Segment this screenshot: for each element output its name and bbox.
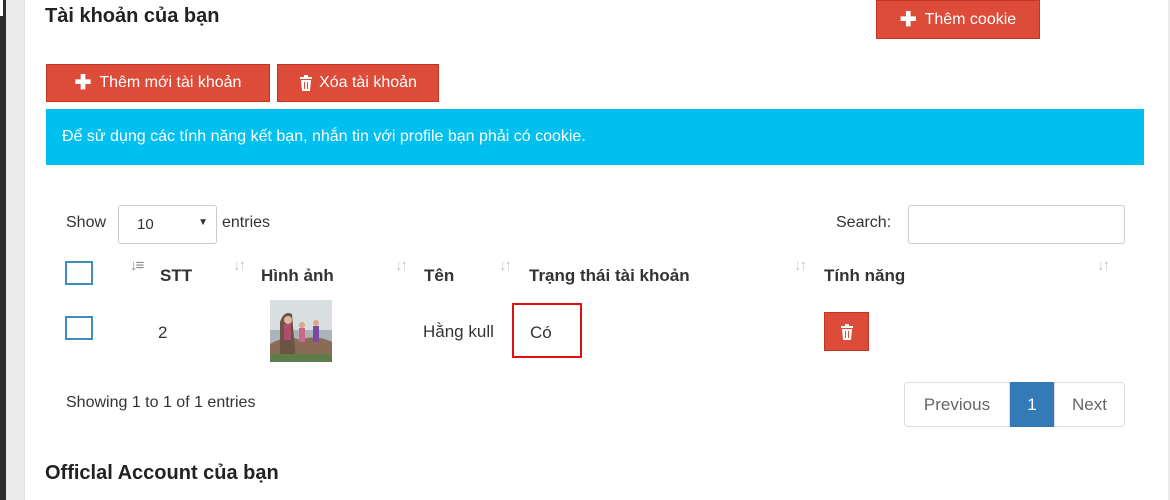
delete-account-label: Xóa tài khoản	[319, 74, 417, 91]
section-title: Tài khoản của bạn	[45, 5, 220, 27]
trash-icon	[300, 75, 313, 91]
plus-icon: ✚	[74, 72, 92, 94]
sort-icon[interactable]: ↓↑	[233, 257, 246, 274]
column-header-features[interactable]: Tính năng	[824, 266, 905, 286]
trash-icon	[840, 323, 853, 340]
accounts-panel: Tài khoản của bạn ✚ Thêm mới tài khoản X…	[24, 0, 1168, 500]
edge-marker	[0, 0, 3, 16]
column-header-status[interactable]: Trạng thái tài khoản	[529, 266, 690, 286]
add-cookie-label: Thêm cookie	[924, 10, 1017, 28]
next-page-button[interactable]: Next	[1054, 382, 1125, 427]
column-header-image[interactable]: Hình ảnh	[261, 266, 334, 286]
alert-text: Để sử dụng các tính năng kết bạn, nhắn t…	[62, 128, 586, 145]
sort-icon[interactable]: ↓↑	[794, 257, 807, 274]
column-header-stt[interactable]: STT	[160, 266, 192, 286]
sort-desc-icon[interactable]: ↓≡	[130, 257, 144, 274]
page-size-value: 10	[137, 216, 154, 233]
sort-icon[interactable]: ↓↑	[1097, 257, 1110, 274]
search-input[interactable]	[908, 205, 1125, 244]
sort-icon[interactable]: ↓↑	[395, 257, 408, 274]
profile-image	[270, 300, 332, 362]
row-status: Có	[530, 323, 552, 342]
next-label: Next	[1072, 394, 1107, 414]
add-cookie-button[interactable]: ✚ Thêm cookie	[876, 0, 1040, 39]
chevron-down-icon: ▼	[198, 217, 208, 228]
plus-icon: ✚	[899, 8, 917, 31]
previous-label: Previous	[923, 394, 991, 414]
window-left-edge	[0, 0, 6, 500]
page-1-button[interactable]: 1	[1010, 382, 1054, 427]
column-header-name[interactable]: Tên	[424, 266, 454, 286]
pagination-info: Showing 1 to 1 of 1 entries	[66, 394, 256, 411]
row-name: Hằng kull	[423, 322, 494, 341]
delete-account-button[interactable]: Xóa tài khoản	[277, 64, 439, 102]
previous-page-button[interactable]: Previous	[904, 382, 1010, 427]
cookie-info-alert: Để sử dụng các tính năng kết bạn, nhắn t…	[46, 109, 1144, 165]
add-account-button[interactable]: ✚ Thêm mới tài khoản	[46, 64, 270, 102]
official-account-title: Officlal Account của bạn	[45, 462, 279, 484]
entries-label: entries	[222, 214, 271, 231]
show-label: Show	[66, 214, 107, 231]
add-account-label: Thêm mới tài khoản	[99, 74, 242, 91]
current-page-label: 1	[1027, 394, 1037, 414]
row-delete-button[interactable]	[824, 312, 869, 351]
row-stt: 2	[158, 323, 168, 342]
select-all-checkbox[interactable]	[65, 261, 93, 285]
sort-icon[interactable]: ↓↑	[499, 257, 512, 274]
search-label: Search:	[836, 214, 892, 231]
row-checkbox[interactable]	[65, 316, 93, 340]
page-size-select[interactable]: 10 ▼	[118, 205, 217, 244]
